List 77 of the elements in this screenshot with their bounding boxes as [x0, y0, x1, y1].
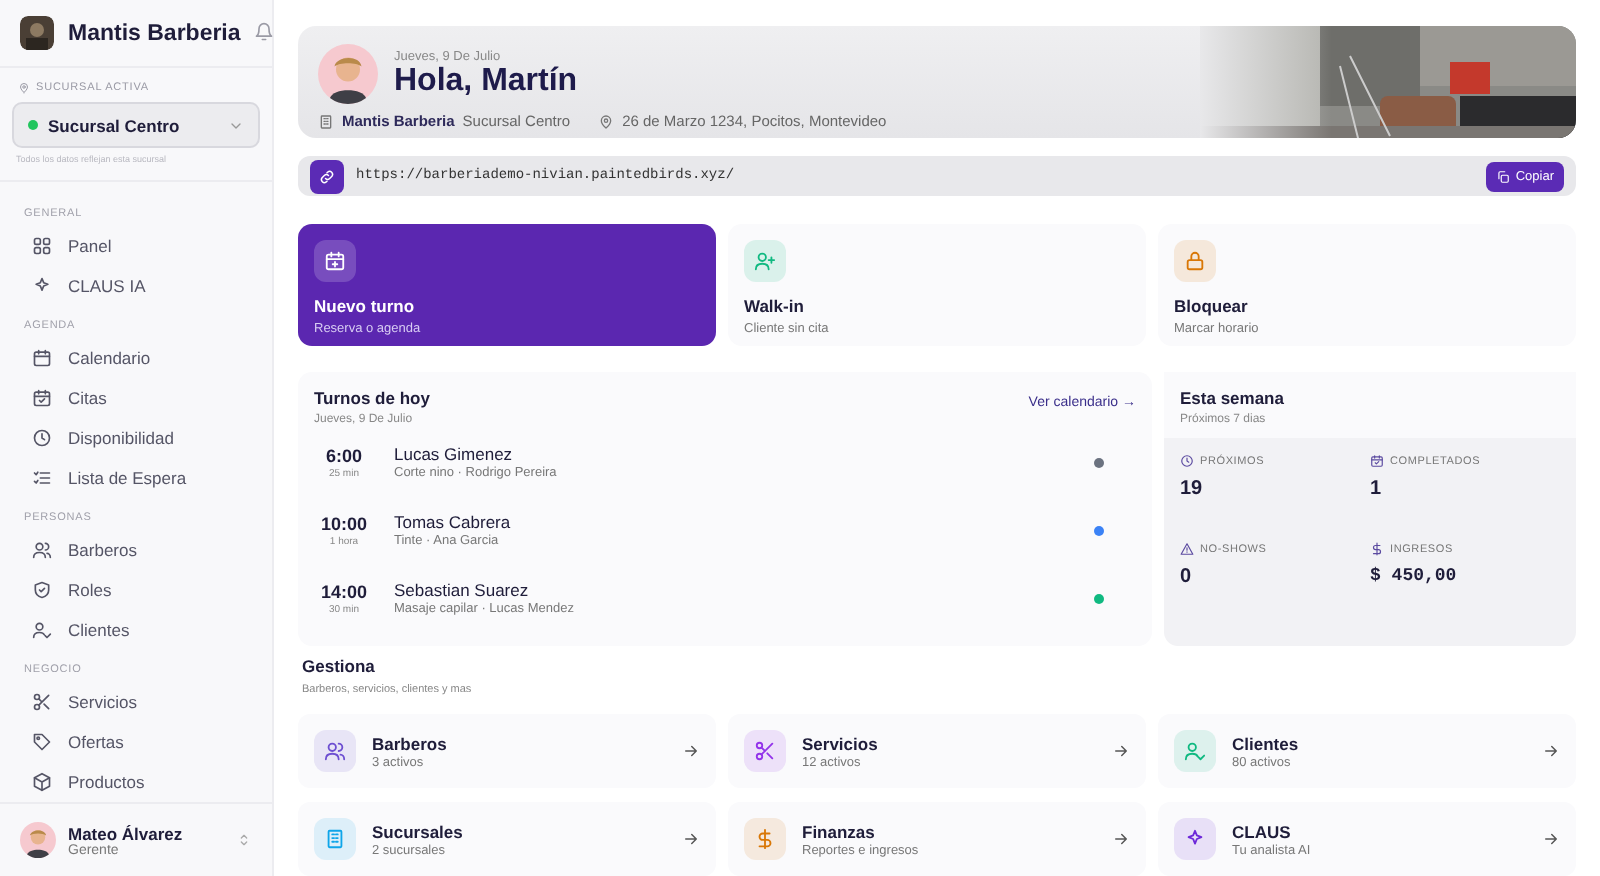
client-name: Tomas Cabrera: [394, 512, 513, 532]
section-title: Gestiona: [300, 656, 377, 676]
scissors-icon: [32, 692, 52, 712]
action-title: Walk-in: [744, 296, 806, 316]
link-glyph-icon: [318, 167, 336, 186]
appointment-time: 14:00: [318, 581, 370, 601]
calendar-check-icon: [1370, 454, 1384, 468]
nav-item[interactable]: Lista de Espera: [8, 458, 264, 498]
appointment-time: 10:00: [318, 513, 370, 533]
branch-select[interactable]: Sucursal Centro: [12, 102, 260, 148]
pin-icon: [598, 113, 615, 129]
appointment-time: 6:00: [323, 445, 364, 465]
nav-item[interactable]: Panel: [8, 226, 264, 266]
lock-icon: [1184, 250, 1206, 272]
nav-item[interactable]: Productos: [8, 762, 264, 802]
card-title: Clientes: [1232, 733, 1301, 753]
metric-value: $ 450,00: [1370, 566, 1459, 586]
card-title: Barberos: [372, 733, 449, 753]
card-title: Turnos de hoy: [314, 388, 430, 408]
card-title: CLAUS: [1232, 821, 1293, 841]
action-title: Nuevo turno: [314, 296, 417, 316]
expand-icon: [236, 832, 252, 848]
metric-value: 0: [1180, 566, 1194, 588]
logo-icon: [20, 16, 54, 50]
card-title: Servicios: [802, 733, 880, 753]
card-title: Esta semana: [1180, 388, 1286, 408]
user-name: Mateo Álvarez: [68, 823, 185, 843]
arrow-icon: [682, 829, 700, 847]
scissors-icon: [754, 740, 776, 762]
arrow-icon: [1112, 741, 1130, 759]
calendar-check-icon: [32, 388, 52, 408]
greeting: Hola, Martín: [394, 63, 578, 99]
nav-item[interactable]: Ofertas: [8, 722, 264, 762]
card-title: Sucursales: [372, 821, 465, 841]
dollar-icon: [1370, 542, 1384, 556]
metric-value: 1: [1370, 478, 1384, 500]
arrow-icon: [1542, 741, 1560, 759]
calendar-plus-icon: [324, 250, 346, 272]
nav-item[interactable]: Roles: [8, 570, 264, 610]
avatar: [20, 822, 56, 858]
shield-icon: [32, 580, 52, 600]
arrow-icon: [1542, 829, 1560, 847]
user-check-icon: [32, 620, 52, 640]
action-title: Bloquear: [1174, 296, 1250, 316]
users-icon: [32, 540, 52, 560]
card-title: Finanzas: [802, 821, 877, 841]
checklist-icon: [32, 468, 52, 488]
nav-item[interactable]: Disponibilidad: [8, 418, 264, 458]
nav-item[interactable]: CLAUS IA: [8, 266, 264, 306]
sparkle-icon: [1184, 828, 1206, 850]
clock-icon: [1180, 454, 1194, 468]
arrow-icon: [682, 741, 700, 759]
dollar-icon: [754, 828, 776, 850]
nav-item[interactable]: Servicios: [8, 682, 264, 722]
user-check-icon: [1184, 740, 1206, 762]
arrow-icon: [1112, 829, 1130, 847]
nav-item[interactable]: Clientes: [8, 610, 264, 650]
package-icon: [32, 772, 52, 792]
client-name: Lucas Gimenez: [394, 444, 515, 464]
nav-item[interactable]: Citas: [8, 378, 264, 418]
users-icon: [324, 740, 346, 762]
warning-icon: [1180, 542, 1194, 556]
nav-item[interactable]: Barberos: [8, 530, 264, 570]
calendar-icon: [32, 348, 52, 368]
brand-name: Mantis Barberia: [68, 21, 241, 45]
metric-value: 19: [1180, 478, 1205, 500]
client-name: Sebastian Suarez: [394, 580, 531, 600]
user-plus-icon: [754, 250, 776, 272]
avatar: [318, 44, 378, 104]
sparkle-icon: [32, 276, 52, 296]
tag-icon: [32, 732, 52, 752]
pin-icon: [18, 82, 30, 94]
nav-item[interactable]: Calendario: [8, 338, 264, 378]
copy-icon: [1495, 169, 1510, 184]
bell-icon: [254, 21, 275, 41]
dashboard-icon: [32, 236, 52, 256]
clock-icon: [32, 428, 52, 448]
